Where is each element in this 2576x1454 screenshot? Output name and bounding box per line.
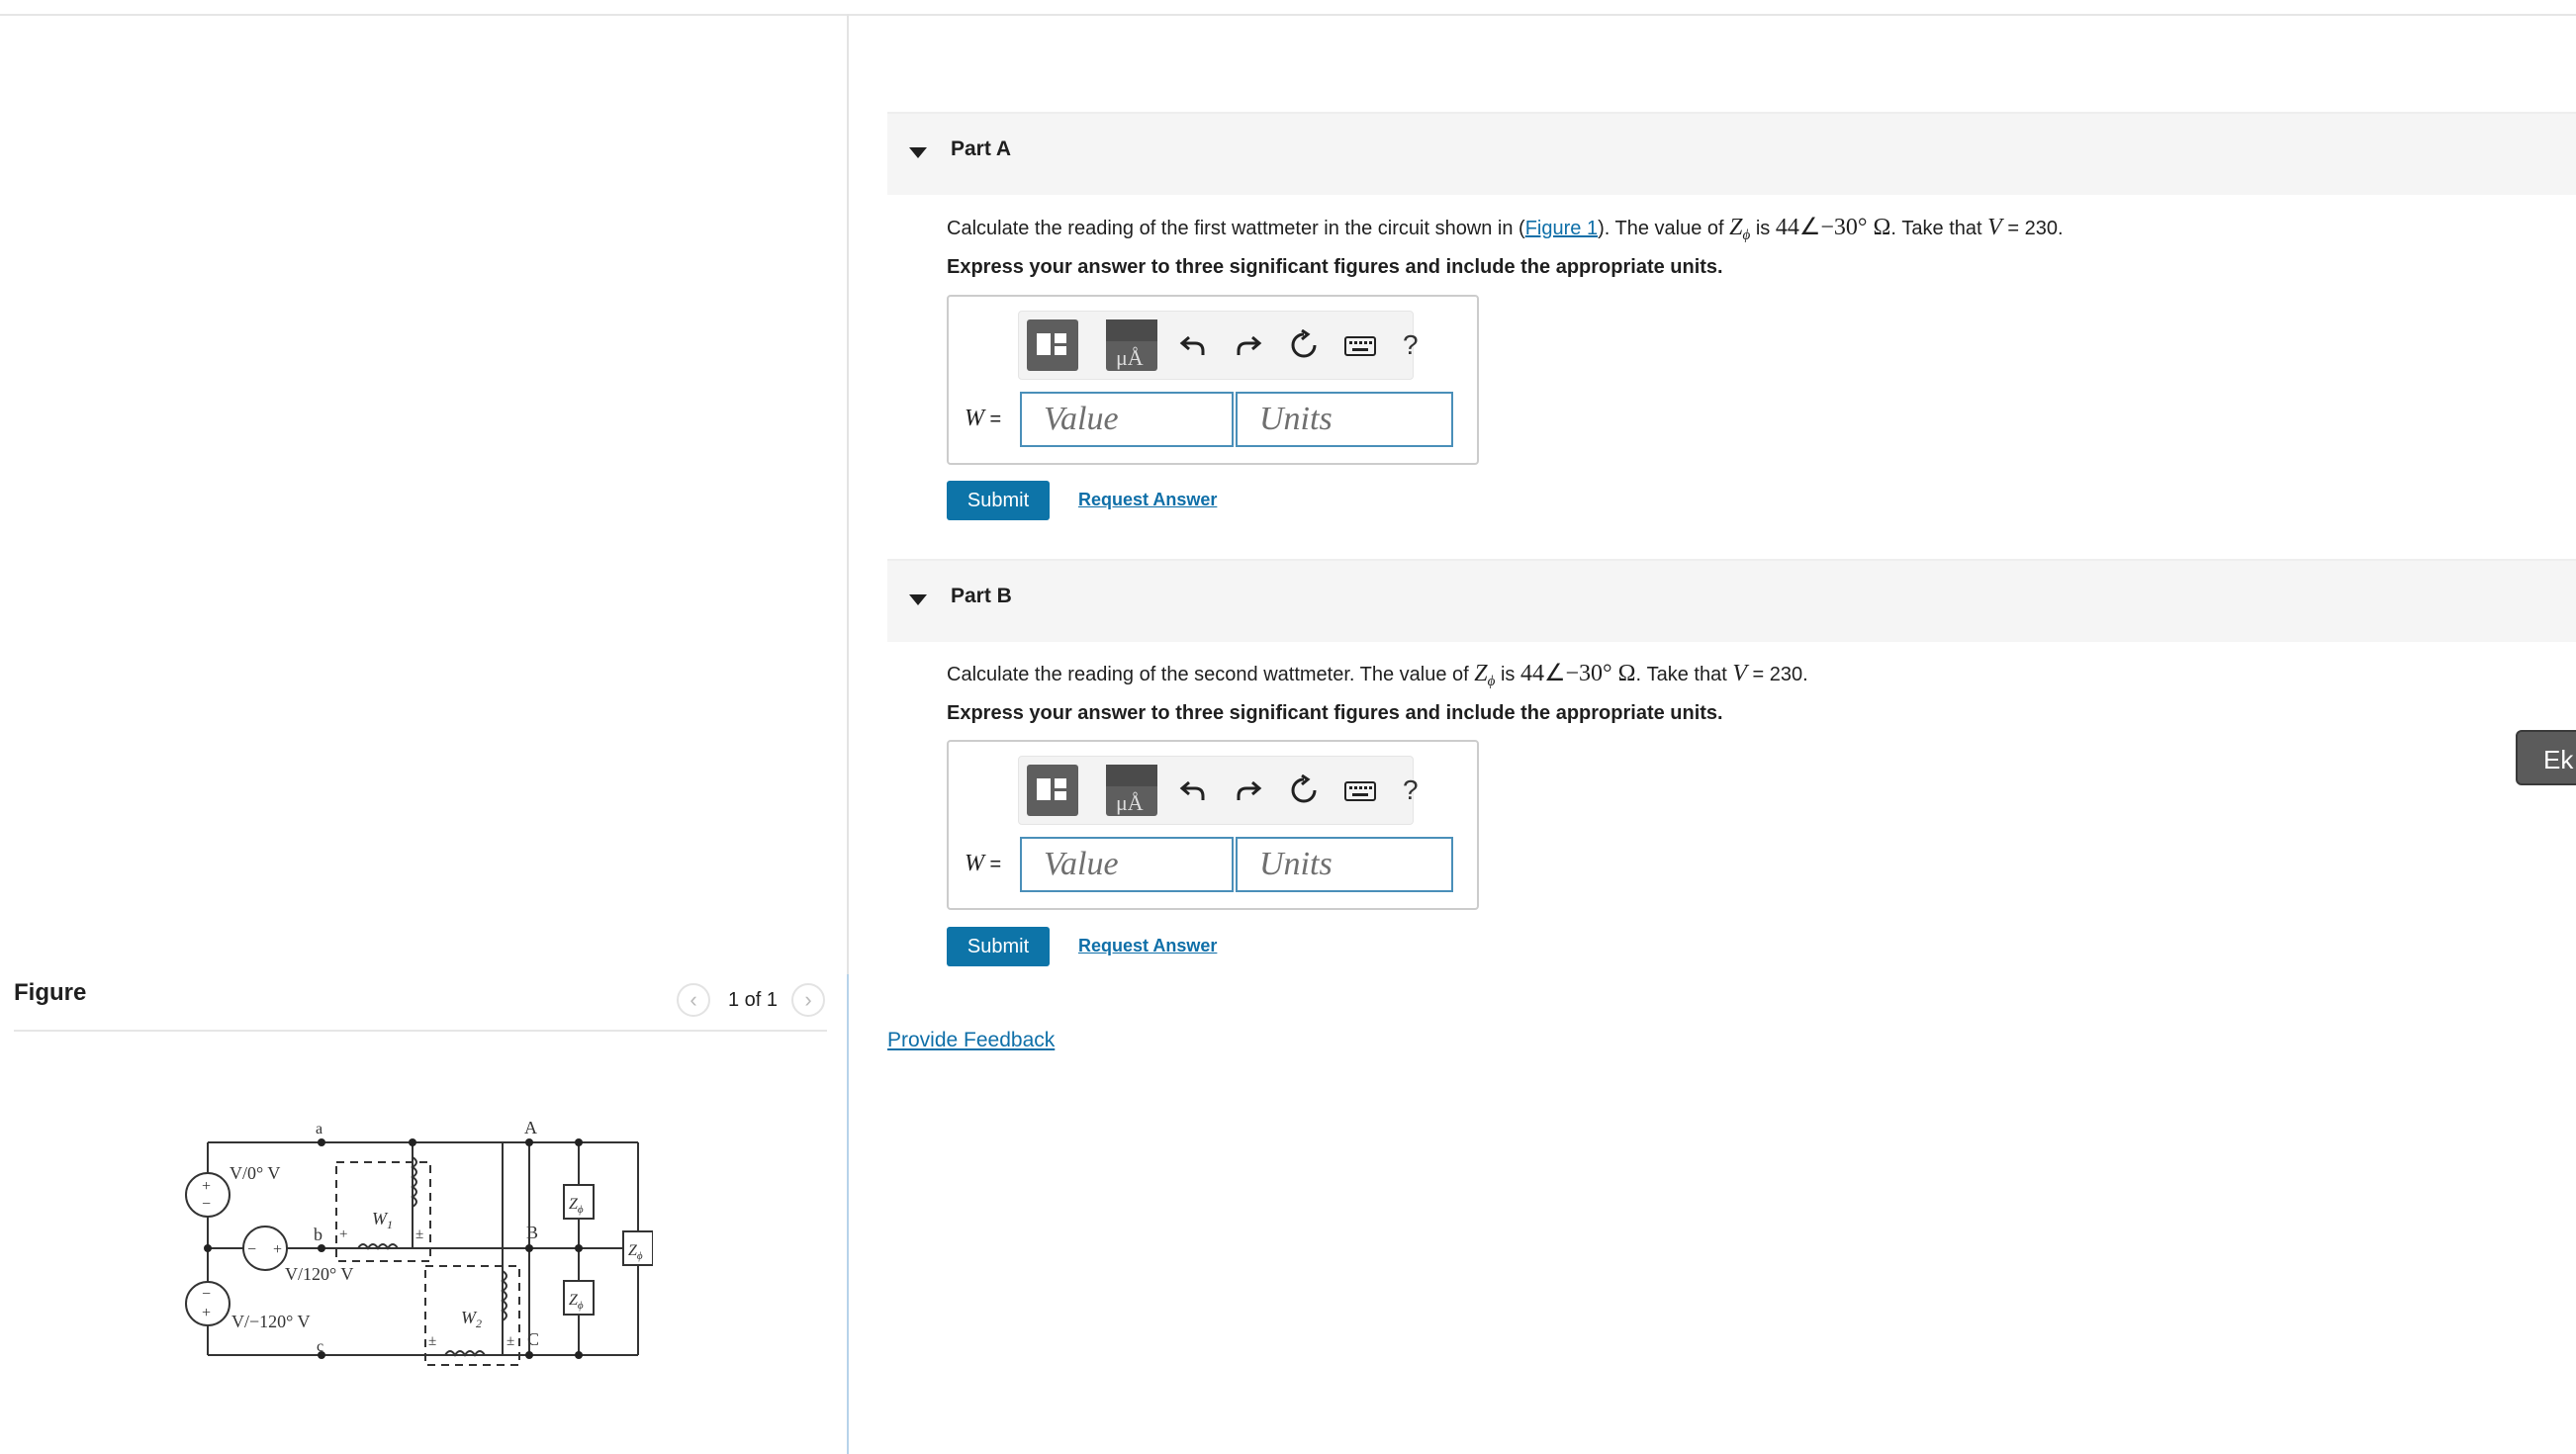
- figure-1-link[interactable]: Figure 1: [1525, 218, 1598, 239]
- provide-feedback-link[interactable]: Provide Feedback: [887, 1029, 1055, 1052]
- wattmeter-1-pm: ±: [415, 1227, 423, 1242]
- reset-icon[interactable]: [1288, 329, 1320, 361]
- templates-icon: [1037, 333, 1066, 355]
- part-a-label: Part A: [951, 137, 1012, 160]
- figure-title: Figure: [14, 979, 87, 1006]
- source-3-plus: +: [202, 1305, 211, 1321]
- help-button[interactable]: ?: [1403, 329, 1419, 361]
- side-tab-button[interactable]: Ek: [2516, 730, 2576, 785]
- part-a-header[interactable]: Part A: [887, 112, 2576, 195]
- templates-button[interactable]: [1027, 319, 1078, 371]
- units-symbols-icon: μÅ: [1106, 319, 1157, 370]
- part-a-units-input[interactable]: [1236, 392, 1453, 447]
- part-a-toolbar: μÅ ?: [1018, 311, 1419, 380]
- chevron-right-icon: ›: [804, 987, 812, 1012]
- part-b-header[interactable]: Part B: [887, 559, 2576, 642]
- part-a-answer-label: W =: [965, 406, 1002, 431]
- part-b-answer-label: W =: [965, 851, 1002, 876]
- units-symbols-button[interactable]: μÅ: [1106, 319, 1157, 371]
- caret-down-icon: [909, 594, 927, 605]
- wattmeter-2-pm-2: ±: [506, 1333, 514, 1349]
- templates-button[interactable]: [1027, 765, 1078, 816]
- circuit-diagram: a b c A B C V/0° V V/120° V V/−120° V W1…: [185, 1118, 653, 1366]
- caret-down-icon: [909, 147, 927, 158]
- units-symbols-icon: μÅ: [1106, 765, 1157, 815]
- part-a-question: Calculate the reading of the first wattm…: [947, 215, 2064, 243]
- node-C-label: C: [527, 1329, 539, 1349]
- undo-icon[interactable]: [1177, 774, 1209, 806]
- undo-icon[interactable]: [1177, 329, 1209, 361]
- node-c-label: c: [317, 1338, 323, 1355]
- reset-icon[interactable]: [1288, 774, 1320, 806]
- source-2-minus: −: [247, 1241, 256, 1258]
- source-1-minus: −: [202, 1196, 211, 1213]
- node-b-label: b: [314, 1225, 322, 1244]
- source-1-plus: +: [202, 1178, 211, 1195]
- source-1-label: V/0° V: [230, 1163, 280, 1183]
- figure-prev-button[interactable]: ‹: [677, 983, 710, 1017]
- figure-pager-text: 1 of 1: [728, 989, 779, 1011]
- wattmeter-1-label: W1: [372, 1209, 393, 1231]
- top-border: [0, 14, 2576, 16]
- part-b-question: Calculate the reading of the second watt…: [947, 661, 1808, 689]
- units-symbols-button[interactable]: μÅ: [1106, 765, 1157, 816]
- source-3-minus: −: [202, 1286, 211, 1303]
- redo-icon[interactable]: [1233, 774, 1264, 806]
- part-b-instructions: Express your answer to three significant…: [947, 702, 1723, 724]
- wattmeter-2-label: W2: [461, 1308, 482, 1330]
- node-a-label: a: [316, 1121, 322, 1137]
- part-b-toolbar: μÅ ?: [1018, 756, 1419, 825]
- part-b-value-input[interactable]: [1020, 837, 1234, 892]
- keyboard-icon[interactable]: [1343, 774, 1377, 806]
- part-b-units-input[interactable]: [1236, 837, 1453, 892]
- svg-text:μÅ: μÅ: [1116, 790, 1144, 815]
- node-B-label: B: [526, 1223, 538, 1242]
- node-A-label: A: [524, 1118, 537, 1137]
- wattmeter-1-plus: +: [339, 1227, 347, 1242]
- source-3-label: V/−120° V: [231, 1312, 311, 1331]
- keyboard-icon[interactable]: [1343, 329, 1377, 361]
- chevron-left-icon: ‹: [690, 987, 697, 1012]
- part-a-value-input[interactable]: [1020, 392, 1234, 447]
- wattmeter-2-pm-1: ±: [428, 1333, 436, 1349]
- part-b-request-answer-link[interactable]: Request Answer: [1078, 936, 1217, 956]
- part-a-submit-button[interactable]: Submit: [947, 481, 1050, 520]
- part-b-label: Part B: [951, 585, 1012, 607]
- help-button[interactable]: ?: [1403, 774, 1419, 806]
- part-b-answer-box: μÅ ? W =: [947, 740, 1479, 910]
- source-2-label: V/120° V: [285, 1264, 353, 1284]
- source-2-plus: +: [273, 1241, 282, 1258]
- panel-divider-scroll[interactable]: [847, 974, 849, 1454]
- part-a-answer-box: μÅ ? W =: [947, 295, 1479, 465]
- templates-icon: [1037, 778, 1066, 800]
- part-a-instructions: Express your answer to three significant…: [947, 256, 1723, 278]
- part-a-request-answer-link[interactable]: Request Answer: [1078, 490, 1217, 510]
- part-b-submit-button[interactable]: Submit: [947, 927, 1050, 966]
- figure-next-button[interactable]: ›: [791, 983, 825, 1017]
- redo-icon[interactable]: [1233, 329, 1264, 361]
- svg-text:μÅ: μÅ: [1116, 345, 1144, 370]
- figure-separator: [14, 1030, 827, 1032]
